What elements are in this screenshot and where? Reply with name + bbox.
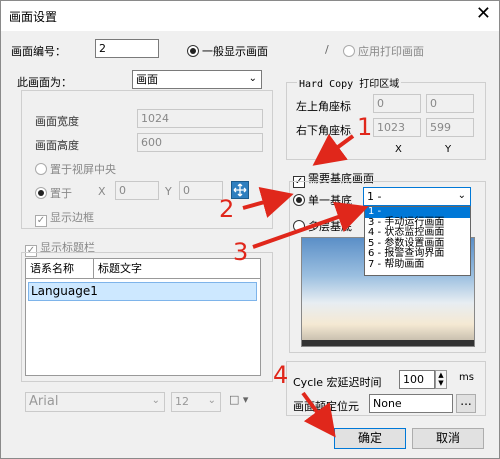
annotation-4: 4	[273, 361, 289, 389]
arrow-1	[312, 133, 355, 166]
arrow-4	[301, 391, 336, 438]
dialog-window: 画面设置 ✕ 画面编号： 2 一般显示画面 / 应用打印画面 此画面为： 画面 ⌄…	[0, 0, 500, 459]
annotation-arrows	[242, 133, 369, 438]
annotation-3: 3	[233, 238, 249, 266]
arrow-2	[242, 187, 294, 218]
annotation-1: 1	[357, 113, 373, 141]
arrow-3	[252, 201, 369, 249]
annotation-2: 2	[219, 195, 235, 223]
